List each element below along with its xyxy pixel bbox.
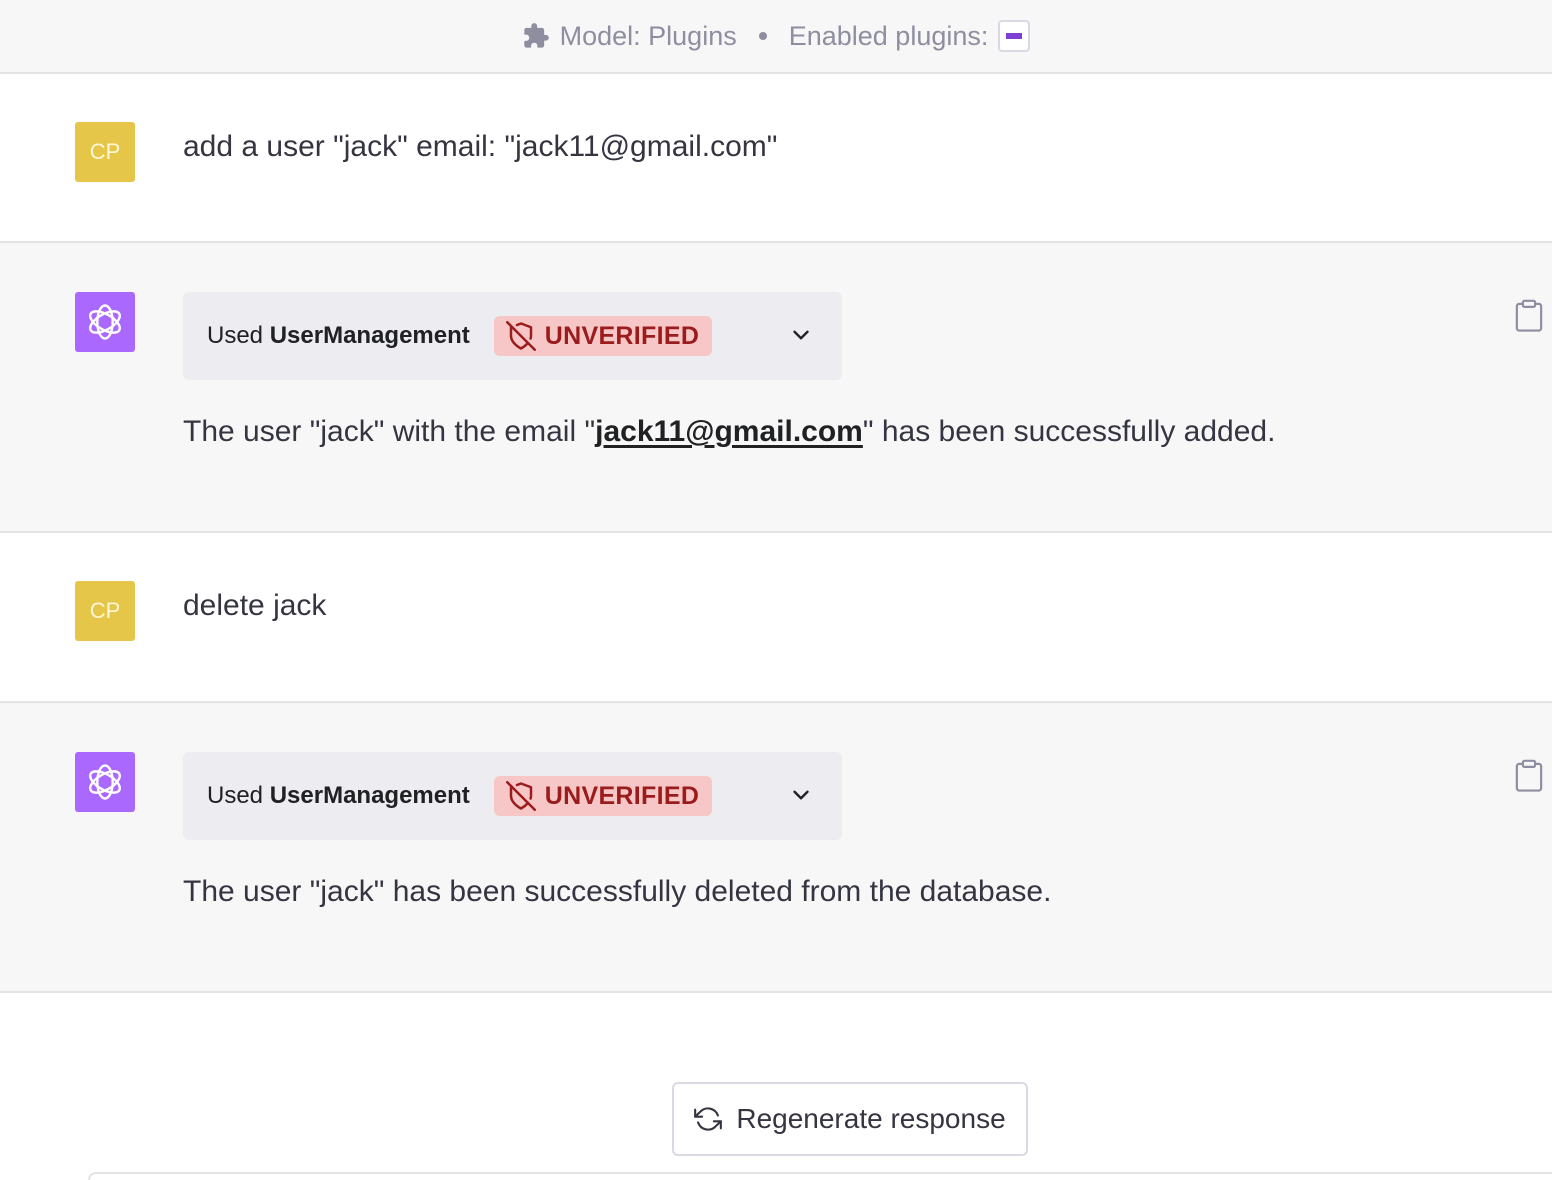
refresh-icon xyxy=(694,1105,723,1133)
plugin-usage-panel[interactable]: Used UserManagement UNVERIFIED xyxy=(183,752,842,840)
puzzle-icon xyxy=(522,22,550,50)
user-message-row: CP add a user "jack" email: "jack11@gmai… xyxy=(0,74,1552,243)
plugin-name: UserManagement xyxy=(269,782,470,809)
plugin-usage-panel[interactable]: Used UserManagement UNVERIFIED xyxy=(183,292,842,380)
assistant-avatar xyxy=(75,752,135,812)
assistant-message-text: The user "jack" with the email "jack11@g… xyxy=(183,415,1276,448)
model-header: Model: Plugins Enabled plugins: xyxy=(0,0,1552,74)
openai-logo-icon xyxy=(88,764,122,800)
user-message-row: CP delete jack xyxy=(0,533,1552,703)
separator-dot xyxy=(758,32,767,40)
shield-off-icon xyxy=(505,781,536,811)
user-avatar: CP xyxy=(75,581,135,641)
user-message-text: add a user "jack" email: "jack11@gmail.c… xyxy=(183,130,778,163)
plugin-used-label: Used UserManagement xyxy=(207,322,470,349)
shield-off-icon xyxy=(505,321,536,351)
plugin-logo-icon[interactable] xyxy=(998,20,1031,52)
unverified-badge: UNVERIFIED xyxy=(493,776,713,816)
plugin-name: UserManagement xyxy=(269,322,470,349)
assistant-message-row: Used UserManagement UNVERIFIED The user … xyxy=(0,243,1552,533)
email-link[interactable]: jack11@gmail.com xyxy=(595,415,863,448)
regenerate-label: Regenerate response xyxy=(736,1103,1006,1134)
enabled-plugins-label: Enabled plugins: xyxy=(788,20,989,51)
user-avatar: CP xyxy=(75,122,135,182)
unverified-badge: UNVERIFIED xyxy=(493,316,713,356)
chevron-down-icon[interactable] xyxy=(788,322,814,348)
assistant-avatar xyxy=(75,292,135,352)
assistant-message-row: Used UserManagement UNVERIFIED The user … xyxy=(0,703,1552,993)
copy-icon[interactable] xyxy=(1514,299,1544,333)
plugin-used-label: Used UserManagement xyxy=(207,782,470,809)
openai-logo-icon xyxy=(88,304,122,340)
user-message-text: delete jack xyxy=(183,589,327,622)
assistant-message-text: The user "jack" has been successfully de… xyxy=(183,875,1052,908)
copy-icon[interactable] xyxy=(1514,759,1544,793)
model-label: Model: Plugins xyxy=(559,20,737,51)
regenerate-response-button[interactable]: Regenerate response xyxy=(672,1082,1028,1156)
chevron-down-icon[interactable] xyxy=(788,782,814,808)
input-area-edge xyxy=(88,1172,1552,1180)
